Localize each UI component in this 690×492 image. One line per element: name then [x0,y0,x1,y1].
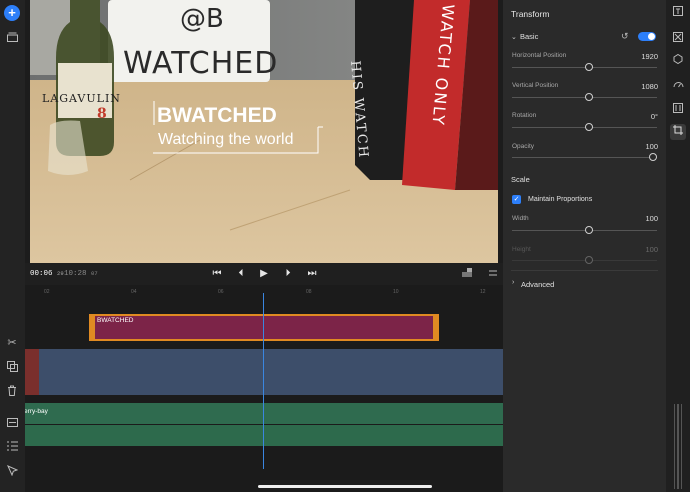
menu-icon[interactable] [487,268,499,280]
crop-transform-icon[interactable] [670,124,686,140]
audio-clip[interactable] [25,403,503,424]
title-clip-label: BWATCHED [97,317,134,324]
maintain-proportions-checkbox[interactable]: ✓ [512,195,521,204]
clip-trim-handle-right[interactable] [433,314,439,341]
ruler-tick: 04 [131,289,137,295]
video-clip[interactable] [25,349,503,395]
height-value: 100 [645,245,658,254]
width-slider[interactable] [512,226,657,234]
skip-to-end-icon[interactable]: ⏭ [306,268,318,280]
opacity-label: Opacity [512,143,535,150]
audio-clip-lower[interactable] [25,425,503,446]
panel-scrollbar[interactable] [674,404,682,489]
horizontal-position-value[interactable]: 1920 [641,52,658,61]
height-label: Height [512,246,531,253]
skip-to-start-icon[interactable]: ⏮ [211,268,223,280]
panel-title: Transform [511,9,550,19]
chevron-right-icon[interactable]: › [512,279,514,286]
ruler-tick: 10 [393,289,399,295]
delete-icon[interactable] [4,382,20,398]
advanced-section-label[interactable]: Advanced [521,280,554,289]
slider-thumb[interactable] [584,63,593,71]
ruler-tick: 06 [218,289,224,295]
split-scissors-icon[interactable]: ✂ [4,334,20,350]
title-overlay[interactable]: BWATCHED Watching the world [153,100,325,158]
list-view-icon[interactable] [4,438,20,454]
sign-text-top: @B [180,4,224,34]
home-indicator [258,485,432,488]
playhead[interactable] [263,293,264,469]
media-library-icon[interactable] [4,29,20,45]
basic-section-label[interactable]: Basic [520,32,538,41]
duplicate-icon[interactable] [4,358,20,374]
bottle-number-text: 8 [97,106,107,122]
transitions-icon[interactable] [672,32,684,44]
height-slider [512,256,657,264]
slider-thumb[interactable] [649,153,657,161]
speed-icon[interactable] [672,79,684,91]
vertical-position-value[interactable]: 1080 [641,82,658,91]
opacity-slider[interactable] [512,153,657,161]
width-value[interactable]: 100 [645,214,658,223]
timeline[interactable]: 02 04 06 08 10 12 BWATCHED erry-bay [25,285,503,492]
select-tool-icon[interactable] [4,462,20,478]
vertical-position-slider[interactable] [512,93,657,101]
slider-thumb[interactable] [584,226,593,234]
ruler-tick: 12 [480,289,486,295]
adjustments-icon[interactable] [672,103,684,115]
ruler-tick: 02 [44,289,50,295]
horizontal-position-label: Horizontal Position [512,52,567,59]
app-window: + ✂ @B WATCHED LAGAVULIN 8 HIS WATCH WAT… [0,0,690,492]
slider-thumb[interactable] [584,123,593,131]
properties-panel: Transform ⌄ Basic ↺ Horizontal Position … [503,0,666,492]
rotation-label: Rotation [512,112,537,119]
slider-thumb [584,256,593,264]
sign-text-bottom: WATCHED [123,46,279,81]
add-media-button[interactable]: + [4,5,20,21]
total-duration: 10:28 07 [64,270,98,278]
rotation-slider[interactable] [512,123,657,131]
transport-bar: 00:06 29 10:28 07 ⏮ ⏴ ▶ ⏵ ⏭ [25,263,503,285]
video-preview[interactable]: @B WATCHED LAGAVULIN 8 HIS WATCH WATCH O… [30,0,498,263]
bottle-label-text: LAGAVULIN [42,92,121,105]
title-clip[interactable]: BWATCHED [89,314,439,341]
fullscreen-icon[interactable] [461,268,473,280]
opacity-value[interactable]: 100 [645,142,658,151]
divider [511,270,658,271]
audio-clip-label: erry-bay [25,408,48,415]
play-icon[interactable]: ▶ [258,268,270,280]
rotation-value[interactable]: 0° [651,112,658,121]
text-tool-icon[interactable] [672,6,684,18]
vertical-position-label: Vertical Position [512,82,559,89]
titles-icon[interactable] [4,414,20,430]
overlay-frame-lines [153,101,323,154]
ruler-tick: 08 [306,289,312,295]
step-back-icon[interactable]: ⏴ [235,268,247,280]
step-forward-icon[interactable]: ⏵ [282,268,294,280]
clip-trim-handle-left[interactable] [89,314,95,341]
horizontal-position-slider[interactable] [512,63,657,71]
chevron-down-icon[interactable]: ⌄ [511,33,517,41]
right-icon-bar [666,0,690,492]
scale-section-label: Scale [511,175,530,184]
reset-icon[interactable]: ↺ [621,31,629,42]
width-label: Width [512,215,529,222]
maintain-proportions-label: Maintain Proportions [528,196,593,203]
left-toolbar: + ✂ [0,0,25,492]
effects-icon[interactable] [672,53,684,66]
current-time: 00:06 29 [30,270,64,278]
video-clip-thumbnail [25,349,39,395]
slider-thumb[interactable] [584,93,593,101]
basic-toggle[interactable] [638,32,656,41]
